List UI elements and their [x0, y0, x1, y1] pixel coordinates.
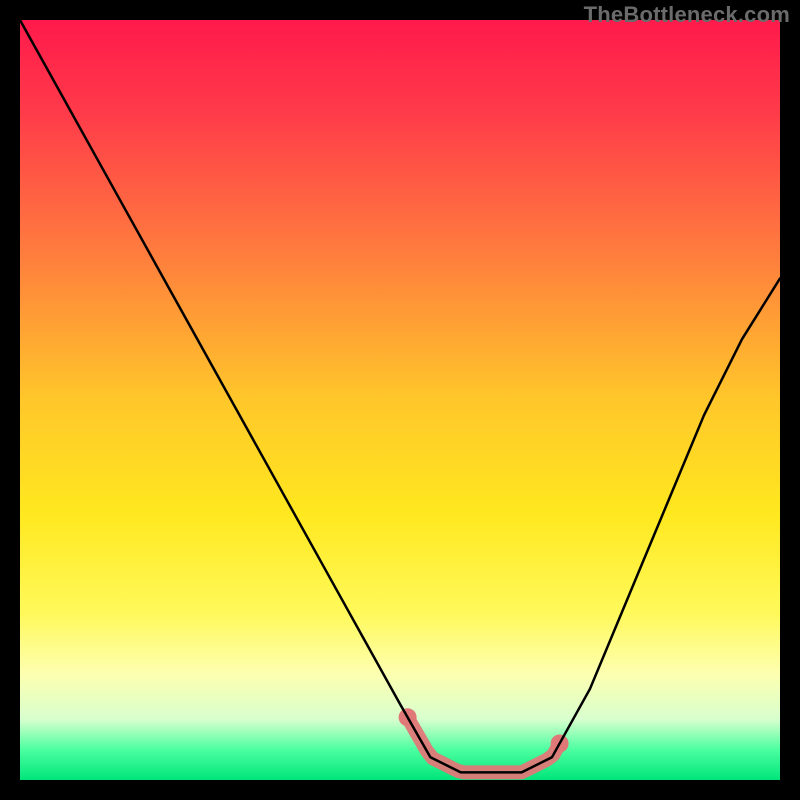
gradient-background: [20, 20, 780, 780]
chart-frame: TheBottleneck.com: [0, 0, 800, 800]
chart-svg: [20, 20, 780, 780]
watermark-text: TheBottleneck.com: [584, 2, 790, 28]
plot-area: [20, 20, 780, 780]
